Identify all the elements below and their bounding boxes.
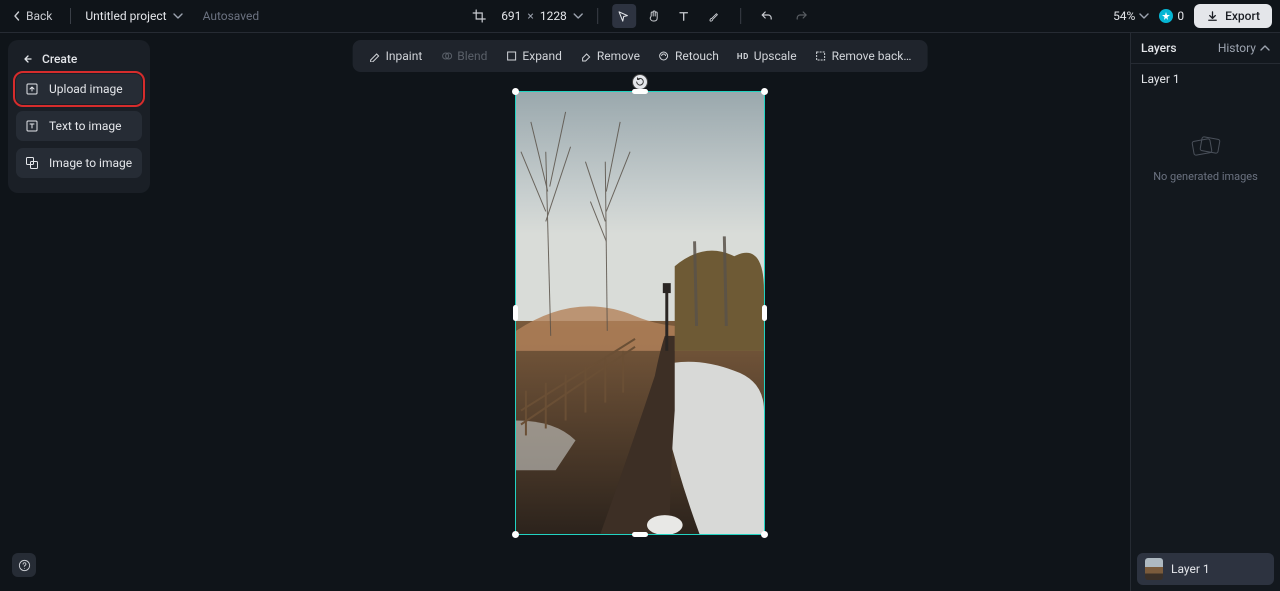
hand-icon [647, 9, 661, 23]
text-icon [677, 10, 690, 23]
credit-icon [1159, 9, 1173, 23]
top-bar-right: 54% 0 Export [1113, 4, 1272, 28]
expand-button[interactable]: Expand [497, 44, 569, 68]
hd-icon: HD [737, 52, 749, 61]
canvas-image[interactable] [516, 92, 764, 534]
layers-panel-header: Layers History [1131, 33, 1280, 64]
export-label: Export [1225, 9, 1260, 23]
layer-chip[interactable]: Layer 1 [1137, 553, 1274, 585]
back-label: Back [26, 9, 52, 23]
zoom-value: 54% [1113, 9, 1135, 23]
empty-msg: No generated images [1153, 170, 1258, 183]
chevron-left-icon [12, 11, 22, 21]
brush-tool[interactable] [702, 4, 726, 28]
chevron-down-icon [1139, 11, 1149, 21]
blend-label: Blend [457, 49, 487, 63]
chevron-down-icon [573, 11, 583, 21]
zoom-dropdown[interactable]: 54% [1113, 9, 1149, 23]
retouch-label: Retouch [675, 49, 719, 63]
upscale-button[interactable]: HD Upscale [729, 44, 805, 68]
brush-icon [707, 10, 720, 23]
generated-images-empty: No generated images [1131, 94, 1280, 203]
crop-icon [472, 9, 486, 23]
canvas-dimensions[interactable]: 691 × 1228 [501, 9, 583, 23]
canvas-selection-frame[interactable] [515, 91, 765, 535]
tool-group [612, 4, 726, 28]
credits-display[interactable]: 0 [1159, 9, 1184, 23]
hand-tool[interactable] [642, 4, 666, 28]
history-toggle[interactable]: History [1218, 41, 1270, 55]
top-bar-left: Back Untitled project Autosaved [8, 7, 259, 25]
layer-list: Layer 1 [1131, 547, 1280, 591]
layers-panel: Layers History Layer 1 No generated imag… [1130, 33, 1280, 591]
download-icon [1206, 10, 1219, 23]
history-label: History [1218, 41, 1256, 55]
empty-images-icon [1189, 134, 1223, 160]
expand-icon [505, 50, 517, 62]
credits-value: 0 [1177, 9, 1184, 23]
inpaint-button[interactable]: Inpaint [361, 44, 431, 68]
remove-background-button[interactable]: Remove back… [807, 44, 920, 68]
chevron-down-icon [173, 11, 183, 21]
cursor-tool[interactable] [612, 4, 636, 28]
canvas-width: 691 [501, 9, 521, 23]
cursor-icon [617, 10, 630, 23]
resize-handle-bottom[interactable] [632, 532, 648, 537]
ai-tools-toolbar: Inpaint Blend Expand Remove Retouch HD U… [353, 40, 928, 72]
layers-title: Layers [1141, 41, 1177, 55]
blend-icon [440, 50, 452, 62]
rotate-handle[interactable] [632, 74, 648, 90]
chevron-up-icon [1260, 43, 1270, 53]
divider [597, 8, 598, 24]
project-title-dropdown[interactable]: Untitled project [85, 9, 182, 23]
undo-button[interactable] [755, 4, 779, 28]
retouch-button[interactable]: Retouch [650, 44, 727, 68]
divider [70, 8, 71, 24]
help-button[interactable] [12, 553, 36, 577]
layer-thumbnail [1145, 558, 1163, 580]
help-icon [18, 559, 31, 572]
canvas-area[interactable] [0, 33, 1130, 591]
resize-handle-bottom-right[interactable] [761, 531, 768, 538]
retouch-icon [658, 50, 670, 62]
inpaint-icon [369, 50, 381, 62]
text-tool[interactable] [672, 4, 696, 28]
undo-icon [760, 9, 774, 23]
crop-tool[interactable] [467, 4, 491, 28]
resize-handle-top-left[interactable] [512, 88, 519, 95]
layer-name-row[interactable]: Layer 1 [1131, 64, 1280, 94]
inpaint-label: Inpaint [386, 49, 423, 63]
blend-button: Blend [432, 44, 495, 68]
eraser-icon [580, 50, 592, 62]
autosaved-status: Autosaved [203, 9, 260, 23]
divider [740, 8, 741, 24]
resize-handle-left[interactable] [513, 305, 518, 321]
resize-handle-bottom-left[interactable] [512, 531, 519, 538]
top-bar-center: 691 × 1228 [467, 4, 813, 28]
canvas-height: 1228 [540, 9, 567, 23]
dim-separator: × [527, 9, 533, 23]
resize-handle-top[interactable] [632, 89, 648, 94]
resize-handle-right[interactable] [762, 305, 767, 321]
project-title: Untitled project [85, 9, 166, 23]
rotate-icon [635, 77, 645, 87]
back-button[interactable]: Back [8, 7, 56, 25]
export-button[interactable]: Export [1194, 4, 1272, 28]
remove-button[interactable]: Remove [572, 44, 648, 68]
remove-label: Remove [597, 49, 640, 63]
top-bar: Back Untitled project Autosaved 691 × 12… [0, 0, 1280, 33]
layer-name: Layer 1 [1141, 72, 1180, 86]
layer-chip-label: Layer 1 [1171, 562, 1210, 576]
resize-handle-top-right[interactable] [761, 88, 768, 95]
remove-bg-label: Remove back… [832, 49, 912, 63]
redo-button[interactable] [789, 4, 813, 28]
expand-label: Expand [522, 49, 561, 63]
remove-bg-icon [815, 50, 827, 62]
redo-icon [794, 9, 808, 23]
upscale-label: Upscale [754, 49, 797, 63]
